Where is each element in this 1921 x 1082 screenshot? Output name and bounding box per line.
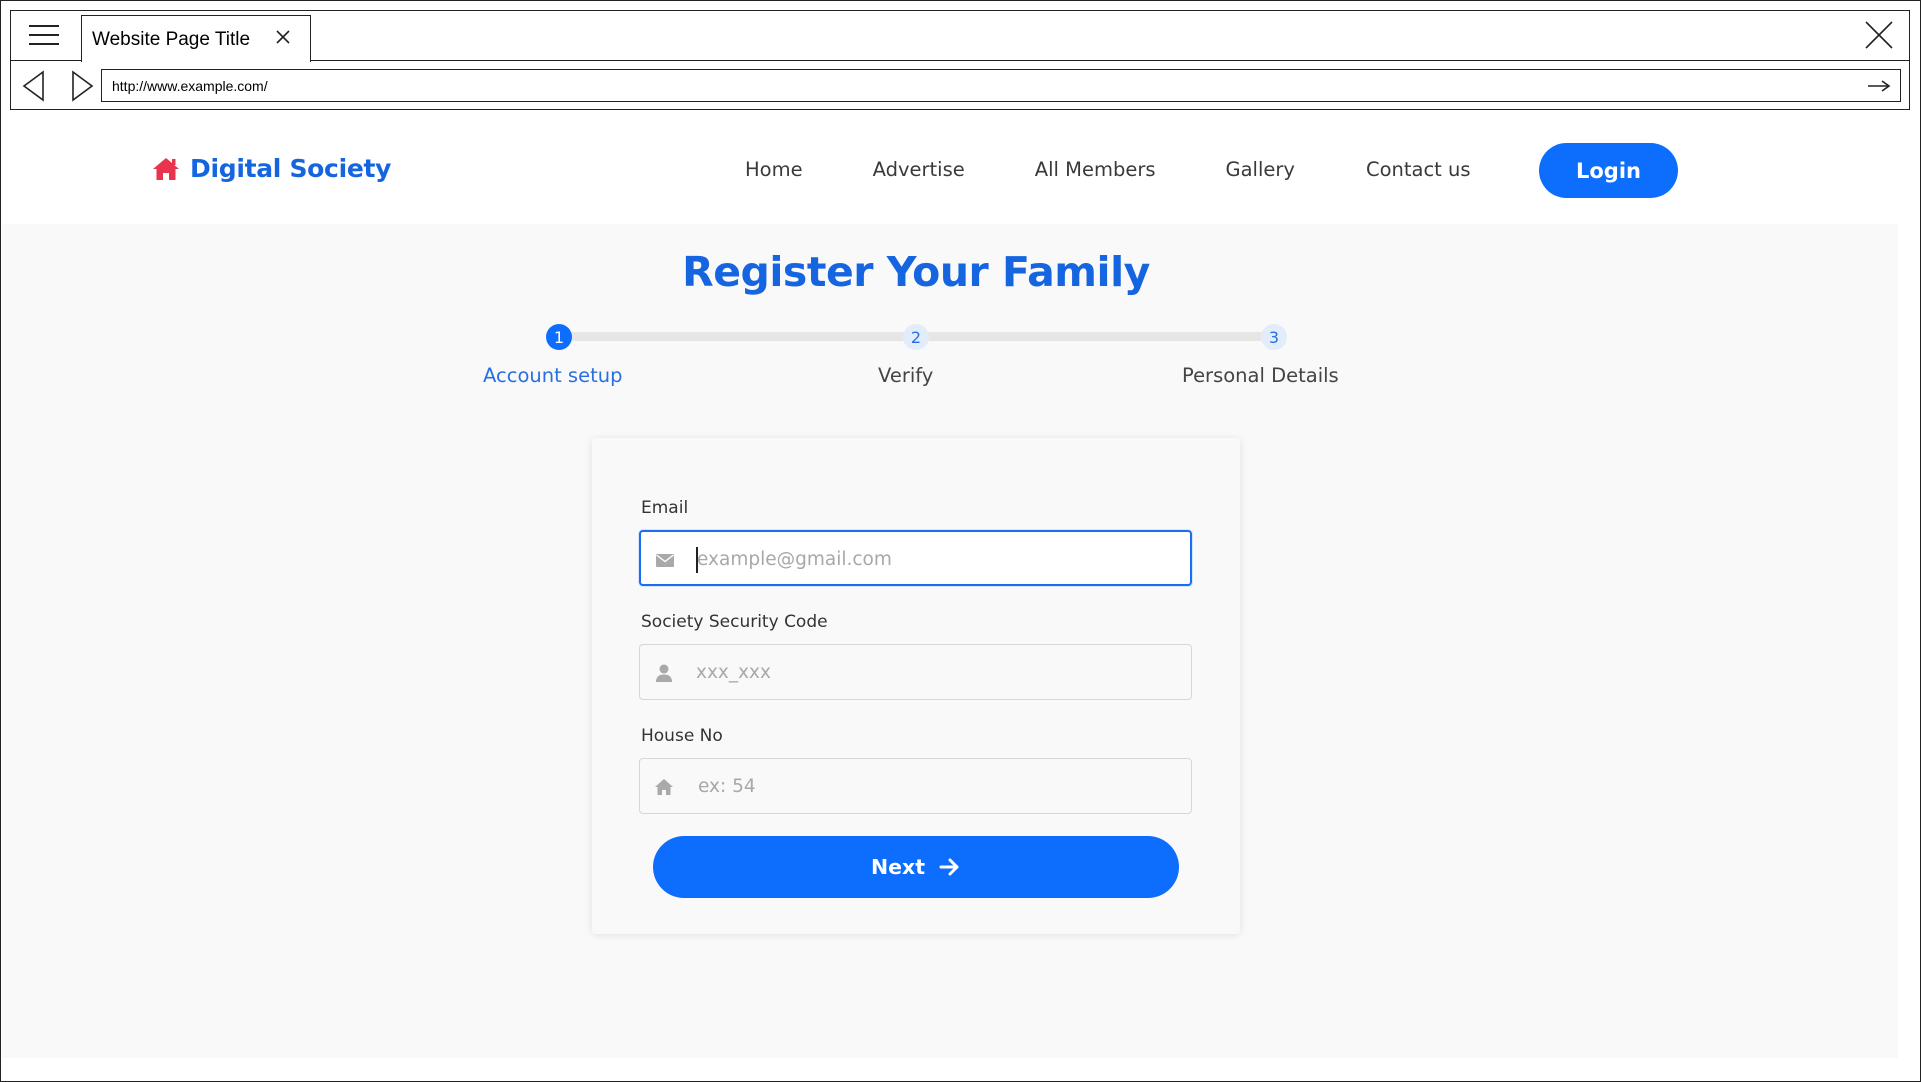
url-bar[interactable]: http://www.example.com/	[101, 69, 1901, 102]
security-code-field[interactable]	[639, 644, 1192, 700]
security-code-input[interactable]	[696, 656, 1176, 688]
step-3-label[interactable]: Personal Details	[1182, 364, 1339, 387]
home-icon	[655, 779, 673, 795]
home-icon	[153, 157, 179, 180]
user-icon	[656, 664, 672, 682]
main-content: Register Your Family 1 2 3 Account setup…	[2, 224, 1898, 1058]
nav-contact-us[interactable]: Contact us	[1366, 158, 1471, 181]
email-label: Email	[641, 498, 689, 518]
url-text: http://www.example.com/	[112, 78, 268, 94]
go-arrow-icon[interactable]	[1866, 76, 1892, 96]
window-close-icon[interactable]	[1863, 19, 1895, 51]
step-3-indicator[interactable]: 3	[1261, 324, 1287, 350]
arrow-right-icon	[939, 858, 959, 876]
browser-tab[interactable]: Website Page Title	[81, 15, 311, 62]
tab-bar: Website Page Title	[11, 11, 1909, 62]
back-arrow-icon[interactable]	[19, 69, 49, 103]
nav-home[interactable]: Home	[745, 158, 803, 181]
house-no-field[interactable]	[639, 758, 1192, 814]
hamburger-icon[interactable]	[29, 23, 59, 47]
close-icon[interactable]	[272, 26, 294, 48]
nav-advertise[interactable]: Advertise	[873, 158, 965, 181]
step-1-indicator[interactable]: 1	[546, 324, 572, 350]
browser-chrome: Website Page Title http://www.example.co…	[10, 10, 1910, 110]
main-nav: Home Advertise All Members Gallery Conta…	[745, 158, 1471, 181]
forward-arrow-icon[interactable]	[67, 69, 97, 103]
email-input[interactable]	[697, 543, 1177, 575]
nav-all-members[interactable]: All Members	[1035, 158, 1156, 181]
login-button[interactable]: Login	[1539, 143, 1678, 198]
email-field[interactable]	[639, 530, 1192, 586]
next-button-label: Next	[870, 855, 926, 879]
site-logo[interactable]: Digital Society	[152, 154, 391, 183]
progress-stepper: 1 2 3 Account setup Verify Personal Deta…	[2, 324, 1898, 404]
nav-gallery[interactable]: Gallery	[1226, 158, 1295, 181]
house-no-input[interactable]	[698, 770, 1178, 802]
step-1-label[interactable]: Account setup	[483, 364, 622, 387]
step-2-label[interactable]: Verify	[878, 364, 933, 387]
site-header: Digital Society Home Advertise All Membe…	[2, 112, 1898, 224]
tab-title: Website Page Title	[92, 29, 251, 50]
address-row: http://www.example.com/	[11, 61, 1909, 111]
logo-text: Digital Society	[190, 154, 392, 183]
step-2-indicator[interactable]: 2	[903, 324, 929, 350]
registration-form-card: Email Society Security Code House No	[592, 438, 1240, 934]
house-no-label: House No	[641, 726, 723, 746]
page-title: Register Your Family	[682, 248, 1150, 296]
next-button[interactable]: Next	[653, 836, 1179, 898]
envelope-icon	[656, 554, 674, 567]
security-code-label: Society Security Code	[641, 612, 828, 632]
